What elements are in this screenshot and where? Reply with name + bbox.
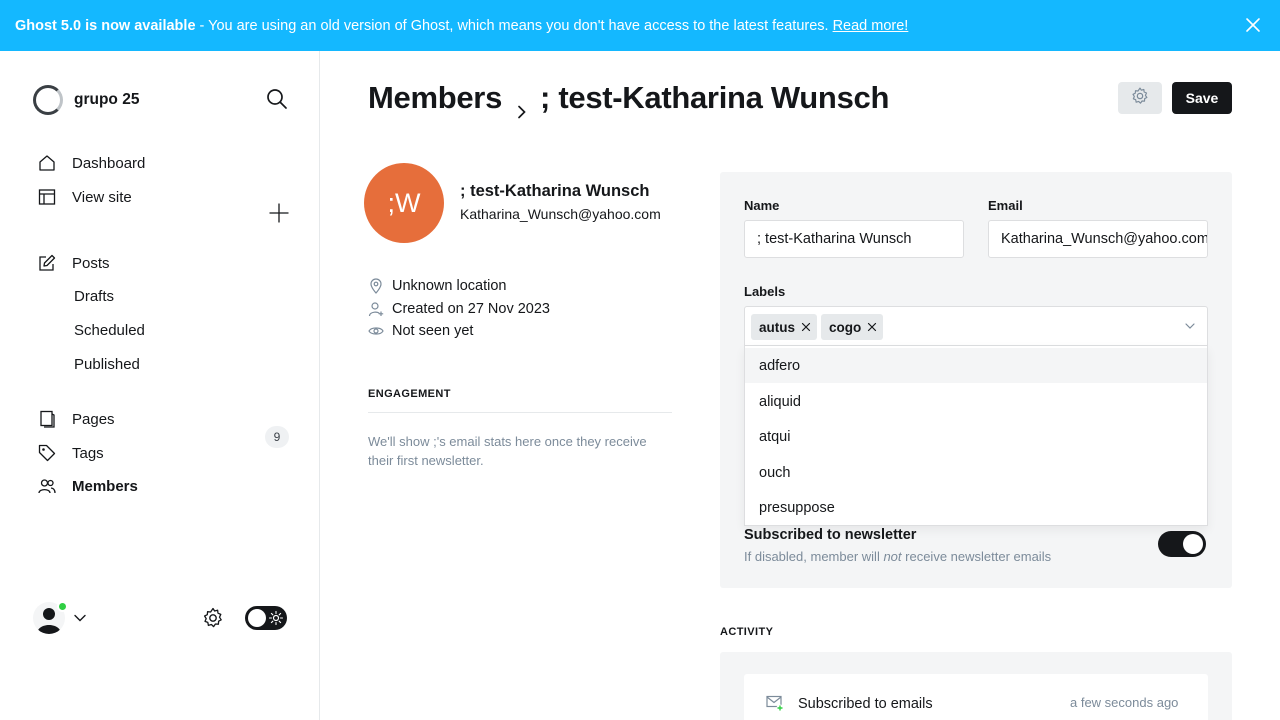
member-avatar: ;W [364,163,444,243]
dark-mode-toggle[interactable] [245,606,287,630]
sidebar-item-tags[interactable]: Tags [38,444,104,462]
engagement-heading: ENGAGEMENT [368,388,451,400]
newsletter-toggle[interactable] [1158,531,1206,557]
location-pin-icon [368,278,384,294]
pages-icon [38,410,56,428]
sidebar-item-members[interactable]: Members [38,477,138,495]
remove-tag-icon[interactable] [867,322,877,332]
member-actions-button[interactable] [1118,82,1162,114]
layout-icon [38,188,56,206]
email-label: Email [988,198,1023,213]
online-status-dot [57,601,68,612]
tag-icon [38,444,56,462]
divider [368,412,672,413]
label-tag: autus [751,314,818,340]
label-tag-text: cogo [829,319,862,335]
sidebar-item-posts[interactable]: Posts [38,254,110,272]
home-icon [38,154,56,172]
seen-text: Not seen yet [392,323,474,339]
dropdown-option[interactable]: atqui [745,419,1207,454]
label-tag: cogo [821,314,884,340]
member-location: Unknown location [368,278,506,294]
settings-gear-icon[interactable] [201,606,225,630]
sidebar-item-scheduled[interactable]: Scheduled [74,322,145,339]
chevron-down-icon[interactable] [73,611,87,625]
activity-time: a few seconds ago [1070,695,1179,710]
sidebar-item-label: View site [72,188,132,206]
members-icon [38,477,56,495]
location-text: Unknown location [392,278,507,294]
update-banner: Ghost 5.0 is now available - You are usi… [0,0,1280,51]
sidebar-item-label: Members [72,477,138,495]
activity-text: Subscribed to emails [798,696,933,712]
newsletter-title: Subscribed to newsletter [744,527,917,543]
sidebar-item-label: Posts [72,254,110,272]
close-icon[interactable] [1244,16,1262,34]
engagement-text: We'll show ;'s email stats here once the… [368,434,647,468]
gear-icon [1130,86,1150,111]
dropdown-option[interactable]: aliquid [745,384,1207,419]
brand-name: grupo 25 [74,91,140,108]
brand-logo [33,85,63,115]
sidebar-item-pages[interactable]: Pages [38,410,115,428]
save-button[interactable]: Save [1172,82,1232,114]
sidebar-item-drafts[interactable]: Drafts [74,288,114,305]
member-name: ; test-Katharina Wunsch [460,182,650,200]
remove-tag-icon[interactable] [801,322,811,332]
sun-icon [268,610,284,626]
sidebar-item-published[interactable]: Published [74,356,140,373]
breadcrumb-current: ; test-Katharina Wunsch [540,80,890,115]
sidebar-item-label: Tags [72,444,104,462]
dropdown-option[interactable]: presuppose [745,490,1207,525]
created-text: Created on 27 Nov 2023 [392,301,550,317]
labels-input[interactable]: autus cogo [744,306,1208,346]
search-icon[interactable] [265,87,289,111]
member-last-seen: Not seen yet [368,323,473,339]
members-count-badge: 9 [265,426,289,448]
member-created: Created on 27 Nov 2023 [368,301,550,317]
toggle-knob [1183,534,1203,554]
banner-message: - You are using an old version of Ghost,… [199,17,829,34]
activity-heading: ACTIVITY [720,626,774,638]
newsletter-desc-post: receive newsletter emails [901,549,1052,564]
labels-dropdown: adfero aliquid atqui ouch presuppose [744,346,1208,526]
sidebar-item-label: Dashboard [72,154,146,172]
eye-icon [368,323,384,339]
newsletter-description: If disabled, member will not receive new… [744,549,1051,564]
name-label: Name [744,198,780,213]
email-subscribed-icon [766,694,784,712]
page-title: Members ; test-Katharina Wunsch [368,80,890,119]
toggle-knob [248,609,266,627]
member-email: Katharina_Wunsch@yahoo.com [460,206,661,222]
chevron-down-icon[interactable] [1184,319,1196,331]
dropdown-option[interactable]: ouch [745,455,1207,490]
breadcrumb-members-link[interactable]: Members [368,80,502,116]
label-tag-text: autus [759,319,796,335]
email-field[interactable]: Katharina_Wunsch@yahoo.com [988,220,1208,258]
labels-label: Labels [744,284,786,299]
newsletter-desc-pre: If disabled, member will [744,549,884,564]
edit-icon [38,254,56,272]
newsletter-desc-emphasis: not [883,549,902,564]
sidebar-item-dashboard[interactable]: Dashboard [38,154,145,172]
name-field[interactable]: ; test-Katharina Wunsch [744,220,964,258]
user-add-icon [368,301,384,317]
brand[interactable]: grupo 25 [33,85,139,115]
sidebar-item-view-site[interactable]: View site [38,188,132,206]
banner-title: Ghost 5.0 is now available [15,17,196,34]
sidebar-item-label: Pages [72,410,115,428]
banner-read-more-link[interactable]: Read more! [833,18,909,34]
dropdown-option[interactable]: adfero [745,348,1207,383]
add-post-icon[interactable] [268,202,290,224]
chevron-right-icon [514,92,530,119]
